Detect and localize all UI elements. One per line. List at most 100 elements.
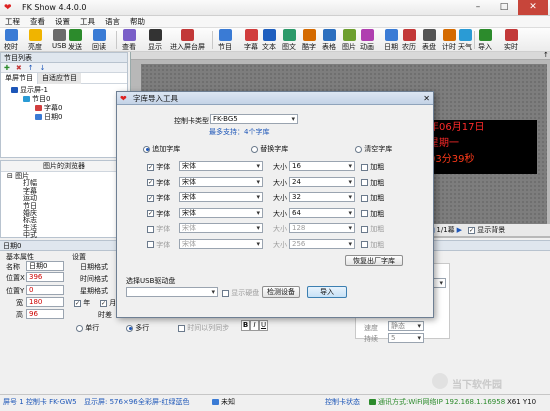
import-button[interactable]: 导入	[478, 28, 492, 52]
bold-checkbox[interactable]: 加粗	[361, 224, 384, 234]
bold-checkbox[interactable]: 加粗	[361, 193, 384, 203]
read-back-button[interactable]: 回读	[92, 28, 106, 52]
clock-dial-button[interactable]: 表盘	[422, 28, 436, 52]
font-select[interactable]: 宋体	[179, 176, 263, 187]
program-icon	[23, 96, 30, 102]
move-up-icon[interactable]: ↑	[25, 64, 37, 72]
tab-adaptive-program[interactable]: 自适应节目	[38, 73, 81, 84]
size-select[interactable]: 16	[289, 161, 355, 171]
menu-project[interactable]: 工程	[0, 16, 25, 28]
font-row-checkbox[interactable]: ✓ 字体	[147, 178, 170, 188]
lunar-icon	[402, 29, 416, 41]
tree-item-date[interactable]: 日期0	[11, 113, 127, 122]
maximize-button[interactable]: □	[492, 0, 516, 15]
add-icon[interactable]: ✚	[1, 64, 13, 72]
speed-combo[interactable]: 静态	[388, 321, 424, 331]
text-button[interactable]: 文本	[262, 28, 276, 52]
show-disk-checkbox[interactable]: 显示硬盘	[222, 288, 259, 298]
move-down-icon[interactable]: ↓	[37, 64, 49, 72]
menu-tools[interactable]: 工具	[75, 16, 100, 28]
toolbar-label: 酷字	[302, 43, 316, 51]
menu-view[interactable]: 查看	[25, 16, 50, 28]
usb-button[interactable]: USB	[52, 28, 66, 52]
size-select[interactable]: 128	[289, 223, 355, 233]
sync-checkbox[interactable]: 时间以列同步	[178, 323, 229, 333]
size-label: 大小	[273, 209, 287, 218]
height-input[interactable]: 96	[26, 309, 64, 319]
brightness-button[interactable]: 亮度	[28, 28, 42, 52]
table-button[interactable]: 表格	[322, 28, 336, 52]
size-select[interactable]: 32	[289, 192, 355, 202]
date-button[interactable]: 日期	[384, 28, 398, 52]
font-row-checkbox[interactable]: ✓ 字体	[147, 193, 170, 203]
detect-device-button[interactable]: 检测设备	[262, 286, 300, 298]
font-select[interactable]: 宋体	[179, 161, 263, 171]
timer-button[interactable]: 计时	[442, 28, 456, 52]
font-select[interactable]: 宋体	[179, 207, 263, 218]
tree-item[interactable]: 中式	[7, 231, 127, 239]
display-button[interactable]: 显示	[148, 28, 162, 52]
delete-icon[interactable]: ✖	[13, 64, 25, 72]
next-page-icon[interactable]: ▶	[455, 226, 464, 234]
send-button[interactable]: 发送	[68, 28, 82, 52]
animation-button[interactable]: 动画	[360, 28, 374, 52]
cool-text-button[interactable]: 酷字	[302, 28, 316, 52]
width-input[interactable]: 180	[26, 297, 64, 307]
menu-language[interactable]: 语言	[100, 16, 125, 28]
italic-button[interactable]: I	[250, 320, 259, 331]
name-input[interactable]: 日期0	[26, 261, 64, 271]
multi-line-radio[interactable]: 多行	[126, 323, 149, 333]
font-row-checkbox[interactable]: ✓ 字体	[147, 209, 170, 219]
graphic-button[interactable]: 图文	[282, 28, 296, 52]
font-select[interactable]: 宋体	[179, 192, 263, 202]
program-button[interactable]: 节目	[218, 28, 232, 52]
menu-settings[interactable]: 设置	[50, 16, 75, 28]
card-type-select[interactable]: FK-BG5	[210, 114, 298, 124]
picture-button[interactable]: 图片	[342, 28, 356, 52]
pos-x-input[interactable]: 396	[26, 272, 64, 282]
enter-screen-button[interactable]: 进入屏台屏	[170, 28, 205, 52]
date-window[interactable]: 年06月17日 星期一 03分39秒	[427, 120, 537, 174]
restore-factory-button[interactable]: 恢复出厂字库	[345, 255, 403, 266]
bold-checkbox[interactable]: 加粗	[361, 162, 384, 172]
pos-y-input[interactable]: 0	[26, 285, 64, 295]
tab-single-program[interactable]: 单屏节目	[1, 73, 38, 84]
pin-icon[interactable]: ↑	[543, 51, 549, 59]
lunar-button[interactable]: 农历	[402, 28, 416, 52]
font-row-checkbox[interactable]: ✓ 字体	[147, 162, 170, 172]
size-select[interactable]: 256	[289, 238, 355, 249]
minimize-button[interactable]: –	[466, 0, 490, 15]
font-select[interactable]: 宋体	[179, 238, 263, 249]
font-row-checkbox[interactable]: 字体	[147, 240, 170, 250]
size-select[interactable]: 64	[289, 207, 355, 218]
replace-radio[interactable]: 替换字库	[251, 144, 288, 154]
tree-item-screen[interactable]: 显示屏-1	[11, 86, 127, 95]
view-button[interactable]: 查看	[122, 28, 136, 52]
show-bg-checkbox[interactable]: ✓	[468, 226, 476, 234]
month-checkbox[interactable]: ✓ 月	[100, 298, 116, 308]
subtitle-button[interactable]: 字幕	[244, 28, 258, 52]
append-radio[interactable]: 追加字库	[143, 144, 180, 154]
font-select[interactable]: 宋体	[179, 223, 263, 233]
weather-button[interactable]: 天气	[458, 28, 472, 52]
tree-item-subtitle[interactable]: 字幕0	[11, 104, 127, 113]
font-row-checkbox[interactable]: 字体	[147, 224, 170, 234]
menu-help[interactable]: 帮助	[125, 16, 150, 28]
underline-button[interactable]: U	[259, 320, 268, 331]
single-line-radio[interactable]: 单行	[76, 323, 99, 333]
realtime-button[interactable]: 实时	[504, 28, 518, 52]
tree-item-program[interactable]: 节目0	[11, 95, 127, 104]
import-button[interactable]: 导入	[307, 286, 347, 298]
bold-checkbox[interactable]: 加粗	[361, 178, 384, 188]
year-checkbox[interactable]: ✓ 年	[74, 298, 90, 308]
close-button[interactable]: ✕	[518, 0, 548, 15]
duration-combo[interactable]: 5	[388, 333, 424, 343]
bold-checkbox[interactable]: 加粗	[361, 240, 384, 250]
size-select[interactable]: 24	[289, 176, 355, 187]
bold-button[interactable]: B	[241, 320, 250, 331]
bold-checkbox[interactable]: 加粗	[361, 209, 384, 219]
dialog-close-button[interactable]: ✕	[423, 92, 430, 105]
sync-time-button[interactable]: 校时	[4, 28, 18, 52]
usb-drive-select[interactable]	[126, 287, 218, 297]
clear-radio[interactable]: 清空字库	[355, 144, 392, 154]
